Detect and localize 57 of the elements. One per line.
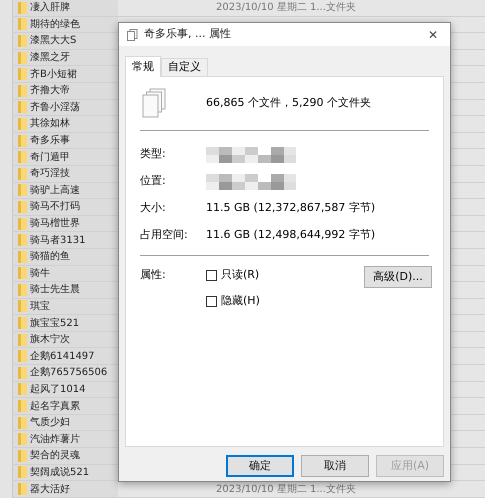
field-value: 11.6 GB (12,498,644,992 字节) [206,227,376,244]
field-value: 11.5 GB (12,372,867,587 字节) [206,200,376,216]
folder-icon [18,416,27,429]
folder-icon [18,383,27,396]
tab[interactable]: 自定义 [161,58,208,76]
folder-name[interactable]: 骑牛 [30,266,50,281]
folder-icon [18,483,27,496]
folder-icon [18,366,27,379]
folder-icon [18,134,27,147]
field-label: 属性: [140,267,167,283]
documents-icon [142,88,166,120]
field-label: 位置: [140,173,167,190]
date-modified: 2023/10/10 星期二 1... [216,482,326,497]
folder-icon [18,101,27,114]
field-label: 类型: [140,146,167,162]
dialog-button[interactable]: 取消 [301,455,369,477]
documents-icon [127,28,138,40]
folder-icon [18,18,27,30]
folder-icon [18,200,27,213]
date-modified: 2023/10/10 星期二 1... [216,0,326,16]
folder-icon [18,450,27,462]
folder-icon [18,184,27,196]
item-type: 文件夹 [326,482,356,497]
folder-icon [18,334,27,346]
folder-icon [18,400,27,412]
checkbox-label: 隐藏(H) [221,292,260,309]
folder-icon [18,218,27,230]
advanced-button[interactable]: 高级(D)... [364,266,432,288]
folder-icon [18,52,27,64]
folder-icon [18,68,27,80]
item-count: 66,865 个文件，5,290 个文件夹 [206,95,371,112]
folder-icon [18,350,27,362]
folder-icon [18,466,27,478]
folder-icon [18,34,27,47]
checkbox[interactable] [206,270,217,280]
folder-icon [18,118,27,130]
folder-name[interactable]: 琪宝 [30,298,50,314]
window-title: 奇多乐事, ... 属性 [144,26,231,42]
folder-icon [18,250,27,263]
folder-icon [18,267,27,280]
close-button[interactable]: ✕ [424,26,442,44]
item-type: 文件夹 [326,0,356,16]
field-label: 大小: [140,200,167,216]
checkbox[interactable] [206,296,217,306]
folder-icon [18,168,27,180]
folder-icon [18,234,27,246]
folder-icon [18,433,27,446]
folder-icon [18,300,27,312]
checkbox-label: 只读(R) [221,266,260,283]
folder-icon [18,84,27,97]
folder-icon [18,284,27,296]
field-label: 占用空间: [140,227,189,244]
folder-icon [18,2,27,14]
folder-icon [18,317,27,330]
tab[interactable]: 常规 [125,56,161,77]
folder-icon [18,151,27,164]
dialog-button[interactable]: 确定 [226,455,294,477]
